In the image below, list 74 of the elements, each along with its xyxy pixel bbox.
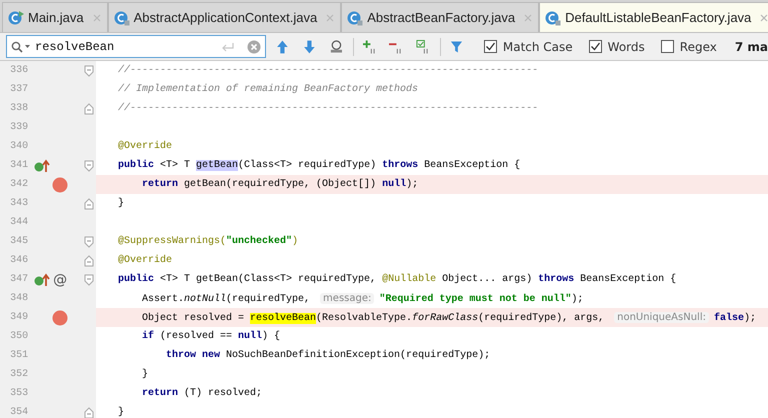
line-number: 342	[9, 179, 28, 190]
search-field[interactable]: resolveBean	[6, 35, 266, 58]
filter-icon[interactable]	[450, 38, 465, 54]
line-number: 344	[9, 217, 28, 228]
code-line: Assert.notNull(requiredType, message: "Required type must not be null");	[141, 292, 584, 304]
annotation-marker[interactable]: @	[53, 272, 68, 286]
fold-icon[interactable]	[84, 274, 94, 286]
checkbox-icon[interactable]	[588, 40, 602, 53]
fold-icon[interactable]	[84, 198, 94, 210]
arrow-up-icon[interactable]	[275, 38, 290, 54]
code-line: public <T> T getBean(Class<T> requiredType, @Nullable Object... args) throws BeansException {	[118, 274, 676, 285]
code-line: Object resolved = resolveBean(ResolvableType.forRawClass(requiredType), args, nonUniqueAsNull: false);	[141, 312, 756, 324]
editor-tab[interactable]: AbstractBeanFactory.java	[341, 2, 540, 32]
code-line: }	[118, 198, 124, 209]
override-icon[interactable]	[34, 158, 50, 172]
code-line: public <T> T getBean(Class<T> requiredType) throws BeansException {	[118, 160, 520, 171]
option-checkbox[interactable]: Regex	[660, 40, 717, 54]
override-icon[interactable]	[34, 272, 50, 286]
add-occurrence-icon[interactable]	[362, 38, 378, 54]
line-number: 345	[9, 236, 28, 247]
code-line: @Override	[118, 255, 172, 266]
option-checkbox[interactable]: Match Case	[484, 40, 573, 54]
fold-icon[interactable]	[84, 254, 94, 266]
line-number: 343	[9, 198, 28, 209]
fold-icon[interactable]	[84, 64, 94, 76]
editor-tab[interactable]: DefaultListableBeanFactory.java	[539, 2, 768, 32]
arrow-down-icon[interactable]	[302, 38, 317, 54]
breakpoint-icon[interactable]	[52, 310, 68, 326]
line-number: 351	[9, 350, 28, 361]
line-number: 347	[9, 274, 28, 285]
close-icon[interactable]	[760, 14, 768, 22]
code-line: throw new NoSuchBeanDefinitionException(requiredType);	[165, 350, 490, 361]
line-number: 348	[9, 293, 28, 304]
clear-icon[interactable]	[247, 40, 262, 54]
editor-tab[interactable]: AbstractApplicationContext.java	[108, 2, 342, 32]
fold-icon[interactable]	[84, 160, 94, 172]
class-run-icon	[8, 10, 24, 26]
code-line: }	[118, 407, 124, 418]
code-line: }	[141, 369, 148, 380]
line-number: 346	[9, 255, 28, 266]
line-number: 340	[9, 141, 28, 152]
code-line: //--------------------------------------------------------------------	[118, 103, 538, 114]
fold-icon[interactable]	[84, 406, 94, 418]
search-icon	[11, 40, 31, 52]
editor-tab[interactable]: Main.java	[2, 2, 108, 32]
line-number: 350	[9, 331, 28, 342]
code-line: @Override	[118, 141, 172, 152]
code-line: return getBean(requiredType, (Object[]) null);	[141, 179, 418, 190]
breakpoint-icon[interactable]	[52, 176, 68, 192]
match-count: 7 ma	[734, 40, 768, 54]
checkbox-icon[interactable]	[660, 40, 674, 53]
fold-icon[interactable]	[84, 236, 94, 248]
line-number: 341	[9, 160, 28, 171]
fold-icon[interactable]	[84, 102, 94, 114]
find-all-icon[interactable]	[328, 38, 344, 54]
line-number: 337	[9, 84, 28, 95]
line-number: 336	[9, 65, 28, 76]
class-icon	[545, 10, 562, 26]
line-number: 338	[9, 103, 28, 114]
code-line: return (T) resolved;	[141, 388, 262, 399]
enter-icon	[221, 42, 236, 52]
checkbox-icon[interactable]	[484, 40, 497, 53]
class-icon	[114, 10, 130, 26]
code-line: // Implementation of remaining BeanFactory methods	[118, 84, 418, 95]
line-number: 339	[9, 122, 28, 133]
line-number: 349	[9, 312, 28, 323]
line-number: 352	[9, 369, 28, 380]
code-line: if (resolved == null) {	[141, 331, 280, 342]
option-checkbox[interactable]: Words	[588, 40, 645, 54]
line-number: 353	[9, 388, 28, 399]
code-line: @SuppressWarnings("unchecked")	[118, 236, 298, 247]
line-number: 354	[9, 407, 28, 418]
class-icon	[347, 10, 364, 26]
code-line: //--------------------------------------------------------------------	[118, 65, 538, 76]
